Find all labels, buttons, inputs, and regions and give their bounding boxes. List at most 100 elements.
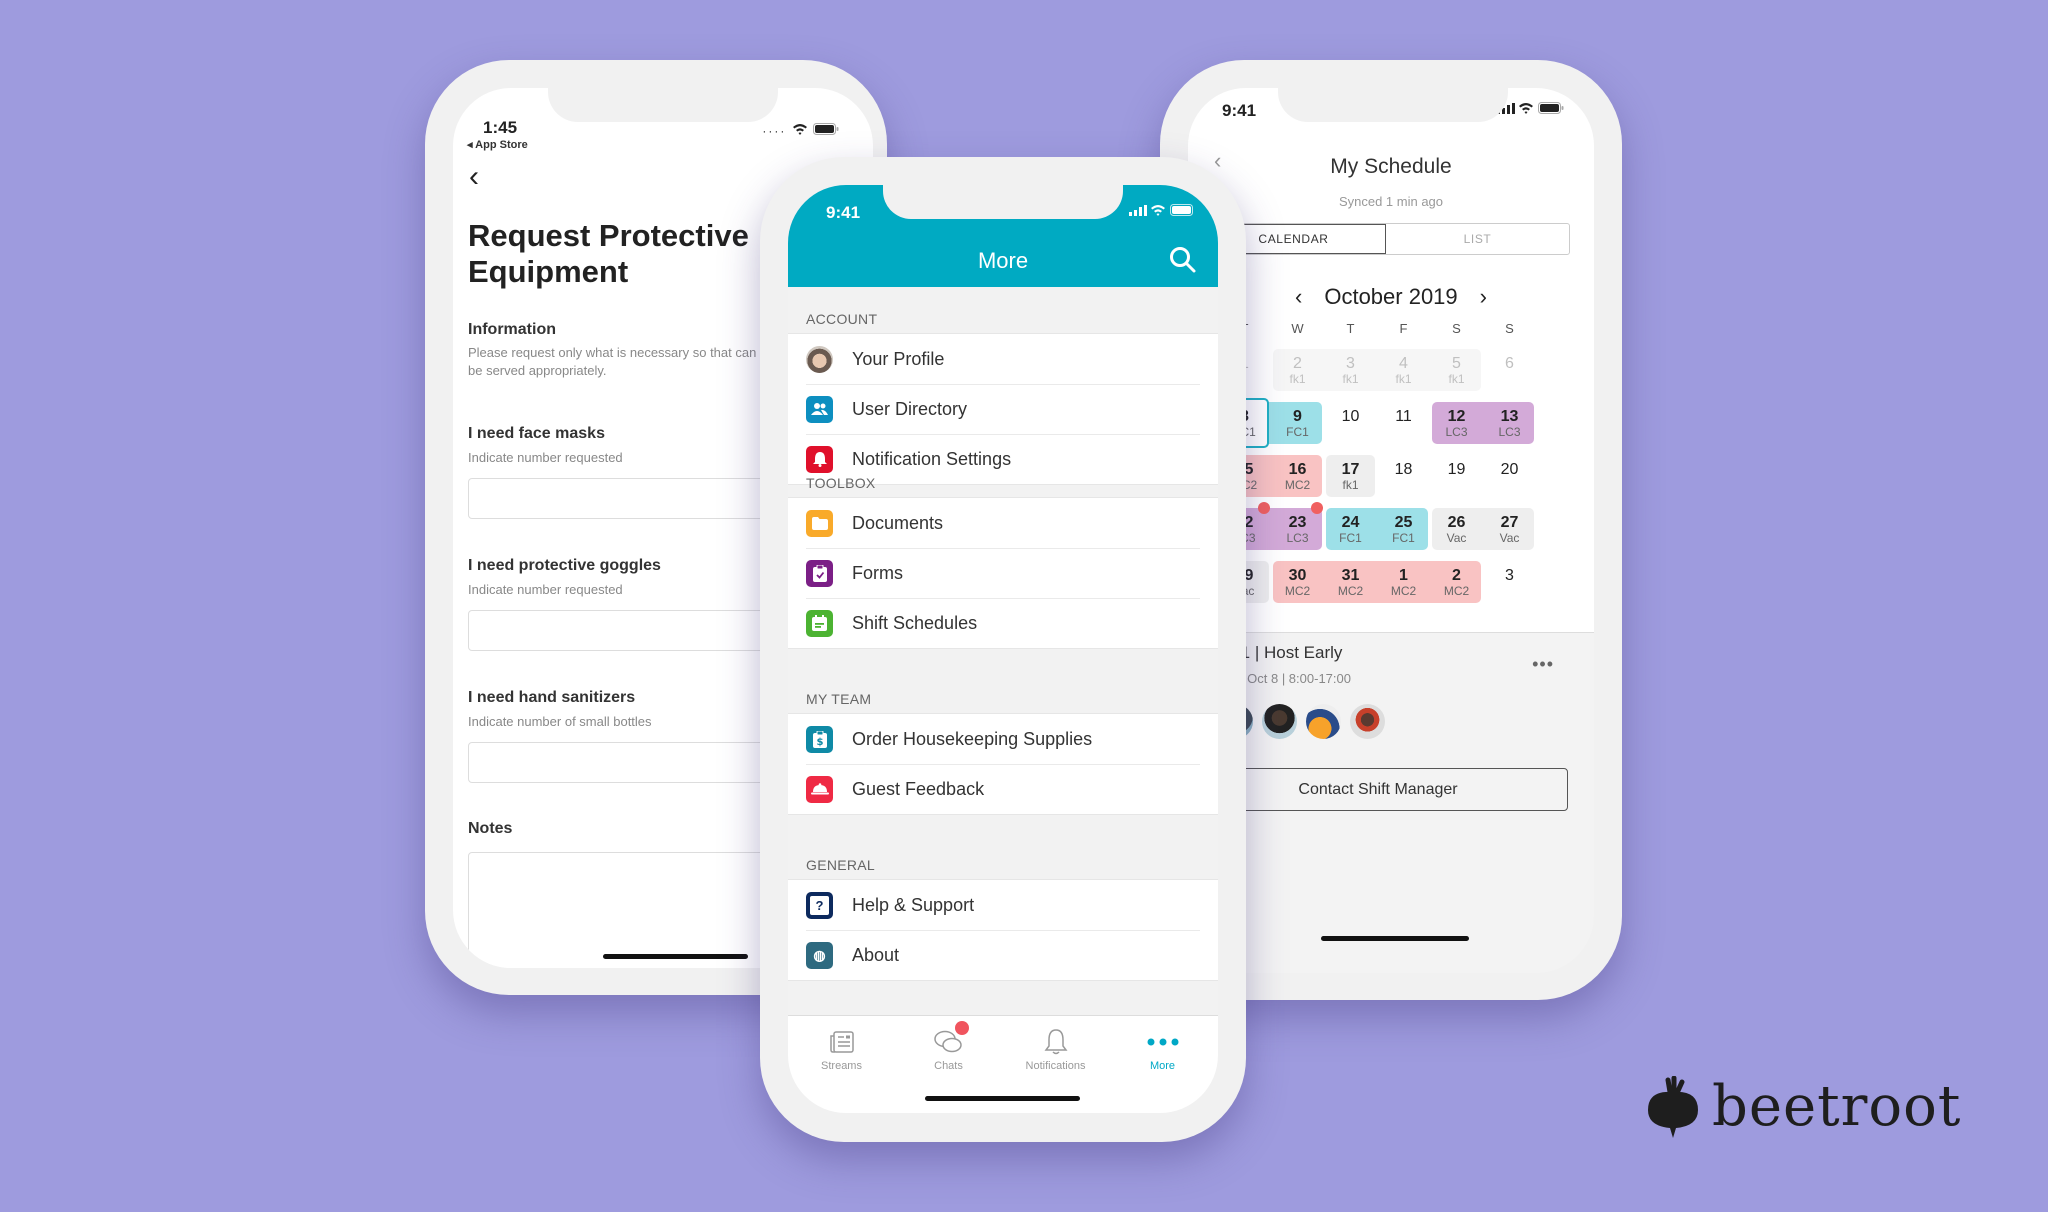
status-time: 9:41 <box>1222 101 1257 120</box>
face-masks-label: I need face masks <box>468 425 605 442</box>
calendar-day[interactable]: 5 fk1 <box>1430 349 1483 391</box>
menu-item-documents[interactable]: Documents <box>788 498 1218 548</box>
menu-item-order-housekeeping-supplies[interactable]: $ Order Housekeeping Supplies <box>788 714 1218 764</box>
menu-item-label: User Directory <box>852 398 968 419</box>
calendar-day[interactable]: 16 MC2 <box>1271 455 1324 497</box>
next-month-button[interactable]: › <box>1480 284 1487 310</box>
section-heading-general: GENERAL <box>806 857 876 873</box>
sanitizers-hint: Indicate number of small bottles <box>468 714 652 729</box>
menu-item-shift-schedules[interactable]: Shift Schedules <box>788 598 1218 648</box>
month-nav: ‹ October 2019 › <box>1188 284 1594 310</box>
menu-item-help-support[interactable]: ? Help & Support <box>788 880 1218 930</box>
calendar-day[interactable]: 13 LC3 <box>1483 402 1536 444</box>
calendar-day[interactable]: 11 <box>1377 402 1430 444</box>
calendar-day[interactable]: 3 <box>1483 561 1536 603</box>
day-number: 4 <box>1399 355 1408 372</box>
calendar-day[interactable]: 30 MC2 <box>1271 561 1324 603</box>
day-number: 5 <box>1452 355 1461 372</box>
day-number: 17 <box>1341 461 1360 478</box>
avatar <box>806 345 833 373</box>
day-number: 20 <box>1500 461 1519 478</box>
weekday-header: F <box>1399 321 1408 336</box>
shift-code: fk1 <box>1342 372 1359 386</box>
day-number: 31 <box>1341 567 1360 584</box>
menu-item-forms[interactable]: Forms <box>788 548 1218 598</box>
tab-list[interactable]: LIST <box>1386 224 1569 254</box>
goggles-hint: Indicate number requested <box>468 582 623 597</box>
notch <box>883 185 1123 219</box>
bell-icon <box>806 445 833 473</box>
menu-item-label: Notification Settings <box>852 448 1012 469</box>
shift-code: MC2 <box>1337 584 1364 598</box>
shift-code: LC3 <box>1445 425 1468 439</box>
calendar-day[interactable]: 26 Vac <box>1430 508 1483 550</box>
day-number: 3 <box>1505 567 1514 584</box>
menu-item-your-profile[interactable]: Your Profile <box>788 334 1218 384</box>
menu-item-label: Forms <box>852 562 903 583</box>
page-title: My Schedule <box>1330 155 1452 178</box>
day-number: 26 <box>1447 514 1466 531</box>
sync-status: Synced 1 min ago <box>1338 194 1444 209</box>
calendar-day[interactable]: 19 <box>1430 455 1483 497</box>
view-toggle: CALENDAR LIST <box>1200 223 1570 255</box>
tab-label: Chats <box>934 1060 963 1072</box>
back-chevron-icon[interactable]: ‹ <box>469 160 479 194</box>
wifi-icon <box>1151 205 1166 216</box>
clipboard-check-icon <box>806 559 833 587</box>
calendar-day[interactable]: 9 FC1 <box>1271 402 1324 444</box>
calendar-day[interactable]: 23 LC3 <box>1271 508 1324 550</box>
day-number: 18 <box>1394 461 1413 478</box>
calendar-day[interactable]: 10 <box>1324 402 1377 444</box>
avatar[interactable] <box>1306 704 1341 739</box>
day-number: 2 <box>1293 355 1302 372</box>
calendar-day[interactable]: 27 Vac <box>1483 508 1536 550</box>
tab-more[interactable]: More <box>1109 1026 1216 1072</box>
day-number: 12 <box>1447 408 1466 425</box>
search-icon[interactable] <box>1168 245 1198 275</box>
bell-outline-icon <box>1002 1026 1109 1058</box>
calendar-day[interactable]: 3 fk1 <box>1324 349 1377 391</box>
page-title: More <box>977 248 1029 273</box>
tab-streams[interactable]: Streams <box>788 1026 895 1072</box>
avatar[interactable] <box>1350 704 1385 739</box>
calendar-day[interactable]: 20 <box>1483 455 1536 497</box>
tab-notifications[interactable]: Notifications <box>1002 1026 1109 1072</box>
menu-item-user-directory[interactable]: User Directory <box>788 384 1218 434</box>
battery-icon <box>1170 204 1193 216</box>
tab-bar: Streams Chats Notifications More <box>788 1015 1218 1113</box>
back-to-app-store[interactable]: ◂ App Store <box>467 138 528 151</box>
more-options-icon[interactable]: ••• <box>1532 654 1554 675</box>
calendar-day[interactable]: 17 fk1 <box>1324 455 1377 497</box>
calendar-day[interactable]: 2 MC2 <box>1430 561 1483 603</box>
day-number: 23 <box>1288 514 1307 531</box>
calendar-day[interactable]: 2 fk1 <box>1271 349 1324 391</box>
tab-chats[interactable]: Chats <box>895 1021 1002 1072</box>
shift-code: MC2 <box>1284 478 1311 492</box>
notch <box>1278 88 1508 122</box>
calendar-day[interactable]: 1 MC2 <box>1377 561 1430 603</box>
shift-code: fk1 <box>1448 372 1465 386</box>
shift-code: Vac <box>1499 531 1520 545</box>
calendar-day[interactable]: 4 fk1 <box>1377 349 1430 391</box>
battery-icon <box>813 123 839 135</box>
weekday-header: W <box>1291 321 1304 336</box>
menu-item-about[interactable]: ◍ About <box>788 930 1218 980</box>
signal-icon <box>1128 205 1147 216</box>
calendar-day[interactable]: 12 LC3 <box>1430 402 1483 444</box>
calendar-day[interactable]: 24 FC1 <box>1324 508 1377 550</box>
beetroot-logo: beetroot <box>1646 1076 1961 1138</box>
calendar-day[interactable]: 25 FC1 <box>1377 508 1430 550</box>
home-indicator <box>925 1096 1080 1101</box>
shift-code: fk1 <box>1342 478 1359 492</box>
shift-code: FC1 <box>1286 425 1309 439</box>
calendar-day[interactable]: 6 <box>1483 349 1536 391</box>
menu-item-label: Guest Feedback <box>852 778 985 799</box>
menu-item-label: About <box>852 944 900 965</box>
menu-item-guest-feedback[interactable]: Guest Feedback <box>788 764 1218 814</box>
prev-month-button[interactable]: ‹ <box>1295 284 1302 310</box>
calendar-day[interactable]: 18 <box>1377 455 1430 497</box>
weekday-header: T <box>1346 321 1355 336</box>
calendar-day[interactable]: 31 MC2 <box>1324 561 1377 603</box>
users-icon <box>806 395 833 423</box>
avatar[interactable] <box>1262 704 1297 739</box>
